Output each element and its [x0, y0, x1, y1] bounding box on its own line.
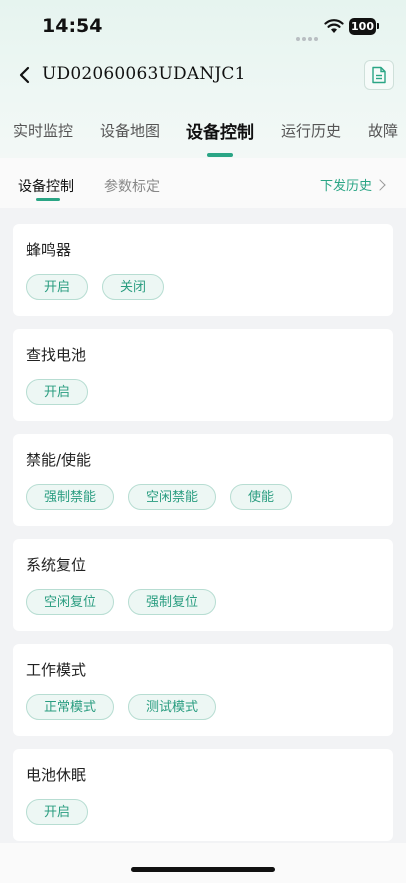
test-mode-button[interactable]: 测试模式: [128, 694, 216, 720]
find-battery-card: 查找电池 开启: [13, 329, 393, 421]
work-mode-card: 工作模式 正常模式 测试模式: [13, 644, 393, 736]
card-title: 工作模式: [26, 661, 87, 679]
subtab-active-indicator: [36, 198, 60, 201]
card-title: 查找电池: [26, 346, 87, 364]
system-reset-card: 系统复位 空闲复位 强制复位: [13, 539, 393, 631]
tab-device-control[interactable]: 设备控制: [186, 118, 254, 143]
card-title: 蜂鸣器: [26, 241, 72, 259]
status-bar: 14:54 100: [0, 0, 406, 54]
issue-history-link[interactable]: 下发历史: [320, 175, 386, 194]
home-indicator[interactable]: [131, 867, 275, 872]
battery-tip: [377, 23, 379, 29]
buzzer-off-button[interactable]: 关闭: [102, 274, 164, 300]
wifi-icon: [324, 19, 344, 33]
force-disable-button[interactable]: 强制禁能: [26, 484, 114, 510]
idle-disable-button[interactable]: 空闲禁能: [128, 484, 216, 510]
enable-button[interactable]: 使能: [230, 484, 292, 510]
find-battery-on-button[interactable]: 开启: [26, 379, 88, 405]
disable-enable-card: 禁能/使能 强制禁能 空闲禁能 使能: [13, 434, 393, 526]
issue-history-label: 下发历史: [320, 179, 373, 194]
normal-mode-button[interactable]: 正常模式: [26, 694, 114, 720]
subtab-parameter-calibration[interactable]: 参数标定: [104, 176, 160, 196]
buzzer-card: 蜂鸣器 开启 关闭: [13, 224, 393, 316]
home-bar-area: [0, 843, 406, 883]
status-time: 14:54: [42, 15, 103, 37]
force-reset-button[interactable]: 强制复位: [128, 589, 216, 615]
battery-sleep-card: 电池休眠 开启: [13, 749, 393, 841]
sub-tabs: 设备控制 参数标定 下发历史: [0, 158, 406, 208]
battery-sleep-on-button[interactable]: 开启: [26, 799, 88, 825]
card-title: 系统复位: [26, 556, 87, 574]
card-title: 电池休眠: [26, 766, 87, 784]
document-button[interactable]: [364, 60, 394, 90]
back-arrow-icon[interactable]: [14, 64, 36, 86]
buzzer-on-button[interactable]: 开启: [26, 274, 88, 300]
battery-icon: 100: [349, 18, 376, 35]
tab-realtime-monitor[interactable]: 实时监控: [13, 120, 73, 141]
card-title: 禁能/使能: [26, 451, 92, 469]
page-title: UD02060063UDANJC1: [42, 64, 246, 84]
chevron-right-icon: [374, 179, 386, 191]
nav-bar: UD02060063UDANJC1: [0, 58, 406, 94]
main-tabs: 实时监控 设备地图 设备控制 运行历史 故障: [0, 110, 406, 158]
tab-device-map[interactable]: 设备地图: [100, 120, 160, 141]
idle-reset-button[interactable]: 空闲复位: [26, 589, 114, 615]
cellular-signal-icon: [296, 26, 320, 45]
tab-run-history[interactable]: 运行历史: [281, 120, 341, 141]
document-icon: [372, 66, 386, 84]
tab-fault[interactable]: 故障: [368, 120, 398, 141]
subtab-device-control[interactable]: 设备控制: [18, 176, 74, 196]
tab-active-indicator: [207, 153, 233, 157]
